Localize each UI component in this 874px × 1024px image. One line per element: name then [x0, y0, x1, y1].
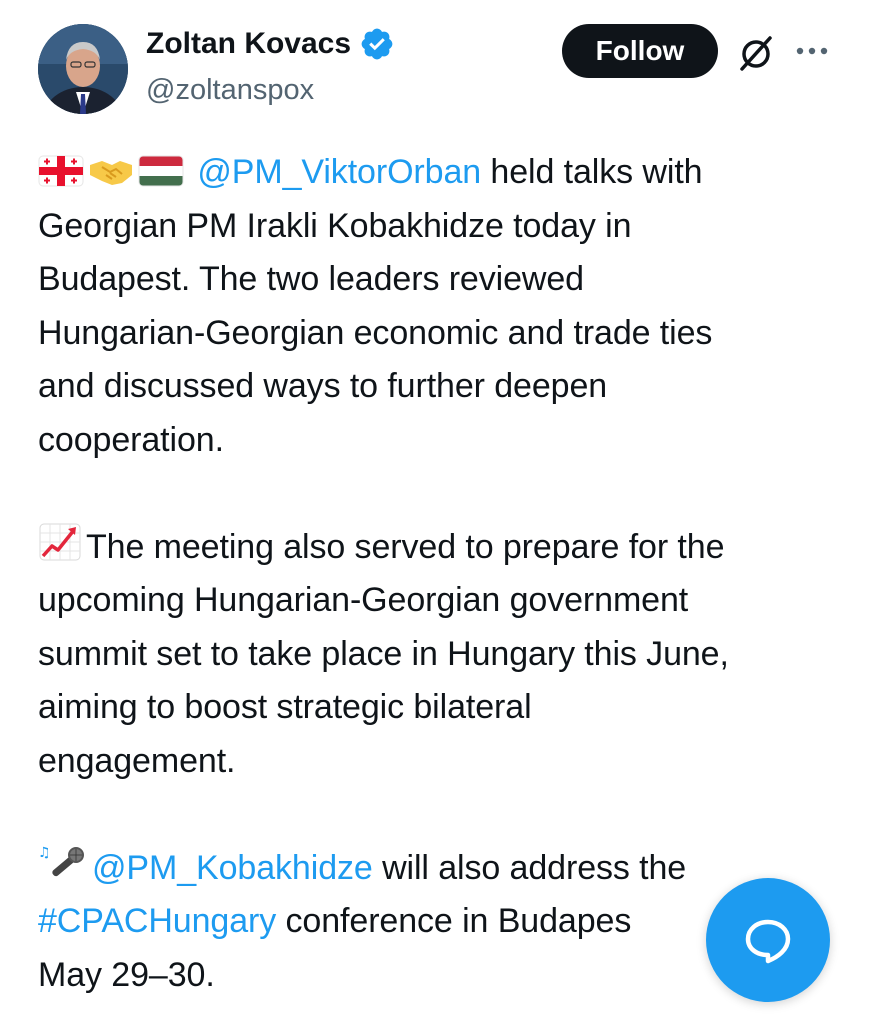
tweet-text-segment: conference in Budapes: [276, 902, 632, 940]
more-icon[interactable]: [790, 36, 834, 66]
tweet-text-segment: held talks with: [481, 153, 703, 191]
tweet-line: aiming to boost strategic bilateral: [38, 688, 532, 726]
tweet-line: @PM_ViktorOrban held talks with: [38, 146, 848, 200]
mention-link[interactable]: @PM_Kobakhidze: [92, 849, 373, 887]
tweet-line: Georgian PM Irakli Kobakhidze today in: [38, 206, 632, 245]
reply-fab-button[interactable]: [706, 878, 830, 1002]
tweet-line: ♫ @PM_Kobakhidze will also address the: [38, 842, 848, 896]
chart-increasing-icon: [38, 522, 82, 579]
tweet-line: summit set to take place in Hungary this…: [38, 634, 729, 673]
paragraph-break: [38, 467, 848, 521]
tweet-line: and discussed ways to further deepen: [38, 367, 608, 405]
tweet-text-segment: will also address the: [372, 848, 687, 887]
hungary-flag-icon: [138, 150, 184, 204]
author-handle[interactable]: @zoltanspox: [146, 74, 314, 107]
verified-badge-icon: [359, 26, 395, 62]
svg-text:♫: ♫: [38, 845, 50, 861]
hashtag-link[interactable]: #CPACHungary: [38, 902, 276, 940]
microphone-icon: ♫: [38, 843, 88, 900]
handshake-icon: [88, 150, 134, 204]
tweet-text-segment: The meeting also served to prepare for t…: [86, 527, 725, 566]
tweet-text: @PM_ViktorOrban held talks with Georgian…: [38, 146, 848, 1002]
paragraph-break: [38, 788, 848, 842]
author-avatar[interactable]: [38, 24, 128, 114]
tweet-line: cooperation.: [38, 420, 224, 459]
follow-button[interactable]: Follow: [562, 24, 718, 78]
reply-icon: [745, 919, 791, 964]
tweet-line: Hungarian-Georgian economic and trade ti…: [38, 313, 713, 352]
tweet-header: Zoltan Kovacs @zoltanspox Follow: [38, 24, 838, 116]
tweet-line: engagement.: [38, 741, 236, 780]
avatar-image: [38, 24, 128, 114]
grok-icon[interactable]: [736, 33, 776, 73]
mention-link[interactable]: @PM_ViktorOrban: [197, 153, 481, 191]
georgia-flag-icon: [38, 150, 84, 204]
tweet-line: upcoming Hungarian-Georgian government: [38, 581, 689, 619]
author-name-row: Zoltan Kovacs: [146, 26, 395, 62]
author-display-name[interactable]: Zoltan Kovacs: [146, 27, 351, 61]
tweet-line: The meeting also served to prepare for t…: [38, 521, 848, 575]
tweet-line: Budapest. The two leaders reviewed: [38, 260, 584, 298]
